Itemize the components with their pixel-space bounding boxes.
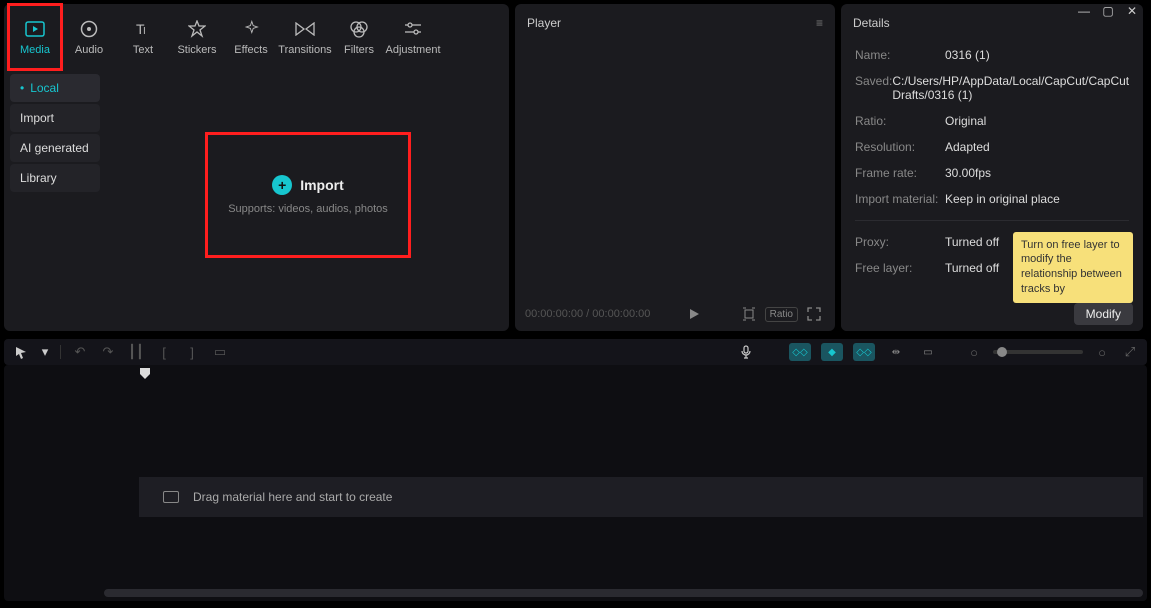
detail-row-import-material: Import material:Keep in original place xyxy=(841,186,1143,212)
tab-effects-label: Effects xyxy=(234,44,267,56)
tab-filters[interactable]: Filters xyxy=(332,4,386,70)
tab-media-label: Media xyxy=(20,44,50,56)
sidebar-item-label: Import xyxy=(20,111,54,125)
tab-stickers[interactable]: Stickers xyxy=(170,4,224,70)
trim-right-icon[interactable]: ] xyxy=(183,343,201,361)
tab-text[interactable]: TI Text xyxy=(116,4,170,70)
plus-icon: + xyxy=(272,175,292,195)
media-icon xyxy=(24,18,46,40)
trim-left-icon[interactable]: [ xyxy=(155,343,173,361)
tab-effects[interactable]: Effects xyxy=(224,4,278,70)
detail-row-ratio: Ratio:Original xyxy=(841,108,1143,134)
media-sidebar: Local Import AI generated Library xyxy=(4,70,106,331)
timeline-ruler[interactable] xyxy=(139,365,1143,385)
sidebar-item-ai[interactable]: AI generated xyxy=(10,134,100,162)
sidebar-item-label: Library xyxy=(20,171,57,185)
import-title: Import xyxy=(300,177,344,193)
mic-icon[interactable] xyxy=(737,343,755,361)
transitions-icon xyxy=(294,18,316,40)
delete-icon[interactable]: ▭ xyxy=(211,343,229,361)
split-icon[interactable]: ┃┃ xyxy=(127,343,145,361)
audio-icon xyxy=(78,18,100,40)
detail-row-name: Name:0316 (1) xyxy=(841,42,1143,68)
tab-audio-label: Audio xyxy=(75,44,103,56)
zoom-slider[interactable] xyxy=(993,350,1083,354)
player-controls: 00:00:00:00 / 00:00:00:00 Ratio xyxy=(515,297,835,331)
adjustment-icon xyxy=(402,18,424,40)
top-tabs: Media Audio TI Text Stickers xyxy=(4,4,509,70)
redo-icon[interactable]: ↷ xyxy=(99,343,117,361)
fullscreen-icon[interactable] xyxy=(803,303,825,325)
player-timecode: 00:00:00:00 / 00:00:00:00 xyxy=(525,308,650,320)
window-close[interactable]: ✕ xyxy=(1123,2,1141,20)
magnet-link-icon[interactable]: ◇◇ xyxy=(853,343,875,361)
svg-text:I: I xyxy=(143,26,146,37)
tab-text-label: Text xyxy=(133,44,153,56)
detail-row-saved: Saved:C:/Users/HP/AppData/Local/CapCut/C… xyxy=(841,68,1143,108)
align-icon[interactable]: ⇹ xyxy=(885,343,907,361)
media-body: Local Import AI generated Library + Impo… xyxy=(4,70,509,331)
sidebar-item-label: AI generated xyxy=(20,141,89,155)
tab-adjustment-label: Adjustment xyxy=(385,44,440,56)
import-subtitle: Supports: videos, audios, photos xyxy=(228,203,388,215)
modify-button[interactable]: Modify xyxy=(1074,303,1133,325)
import-dropzone[interactable]: + Import Supports: videos, audios, photo… xyxy=(208,135,408,255)
main-top-region: Media Audio TI Text Stickers xyxy=(0,0,1151,331)
player-header: Player ≡ xyxy=(515,4,835,42)
tab-adjustment[interactable]: Adjustment xyxy=(386,4,440,70)
playhead[interactable] xyxy=(139,367,151,381)
text-icon: TI xyxy=(132,18,154,40)
magnet-track-icon[interactable]: ◆ xyxy=(821,343,843,361)
player-viewport xyxy=(515,42,835,297)
frame-icon[interactable] xyxy=(738,303,760,325)
window-minimize[interactable]: — xyxy=(1075,2,1093,20)
divider xyxy=(855,220,1129,221)
sidebar-item-library[interactable]: Library xyxy=(10,164,100,192)
timeline-toolbar: ▾ ↶ ↷ ┃┃ [ ] ▭ ◇◇ ◆ ◇◇ ⇹ ▭ ○ ○ ⤢ xyxy=(4,339,1147,365)
effects-icon xyxy=(240,18,262,40)
timeline-drop-hint: Drag material here and start to create xyxy=(193,490,392,504)
zoom-in-icon[interactable]: ○ xyxy=(1093,343,1111,361)
tab-audio[interactable]: Audio xyxy=(62,4,116,70)
detail-row-framerate: Frame rate:30.00fps xyxy=(841,160,1143,186)
magnet-main-icon[interactable]: ◇◇ xyxy=(789,343,811,361)
undo-icon[interactable]: ↶ xyxy=(71,343,89,361)
tab-transitions[interactable]: Transitions xyxy=(278,4,332,70)
zoom-out-icon[interactable]: ○ xyxy=(965,343,983,361)
timeline-drop-strip[interactable]: Drag material here and start to create xyxy=(139,477,1143,517)
free-layer-tooltip: Turn on free layer to modify the relatio… xyxy=(1013,232,1133,303)
zoom-thumb[interactable] xyxy=(997,347,1007,357)
play-button[interactable] xyxy=(683,303,705,325)
sidebar-item-label: Local xyxy=(30,81,59,95)
sidebar-item-import[interactable]: Import xyxy=(10,104,100,132)
player-panel: Player ≡ 00:00:00:00 / 00:00:00:00 Ratio xyxy=(515,4,835,331)
window-maximize[interactable]: ▢ xyxy=(1099,2,1117,20)
selection-dropdown-icon[interactable]: ▾ xyxy=(40,343,50,361)
player-title: Player xyxy=(527,16,561,30)
tab-media[interactable]: Media xyxy=(8,4,62,70)
timeline: Drag material here and start to create xyxy=(4,365,1147,601)
stickers-icon xyxy=(186,18,208,40)
media-panel: Media Audio TI Text Stickers xyxy=(4,4,509,331)
selection-tool-icon[interactable] xyxy=(12,343,30,361)
filters-icon xyxy=(348,18,370,40)
player-menu-icon[interactable]: ≡ xyxy=(816,16,823,30)
tab-filters-label: Filters xyxy=(344,44,374,56)
tab-stickers-label: Stickers xyxy=(177,44,216,56)
import-area: + Import Supports: videos, audios, photo… xyxy=(106,70,509,331)
fit-icon[interactable]: ⤢ xyxy=(1121,343,1139,361)
clip-icon xyxy=(163,491,179,503)
details-panel: Details Name:0316 (1) Saved:C:/Users/HP/… xyxy=(841,4,1143,331)
ratio-button[interactable]: Ratio xyxy=(765,307,798,322)
details-title: Details xyxy=(853,16,890,30)
tab-transitions-label: Transitions xyxy=(278,44,331,56)
preview-icon[interactable]: ▭ xyxy=(917,343,939,361)
timeline-scrollbar[interactable] xyxy=(104,589,1143,597)
import-row: + Import xyxy=(272,175,344,195)
sidebar-item-local[interactable]: Local xyxy=(10,74,100,102)
window-controls: — ▢ ✕ xyxy=(1065,0,1151,22)
detail-row-resolution: Resolution:Adapted xyxy=(841,134,1143,160)
